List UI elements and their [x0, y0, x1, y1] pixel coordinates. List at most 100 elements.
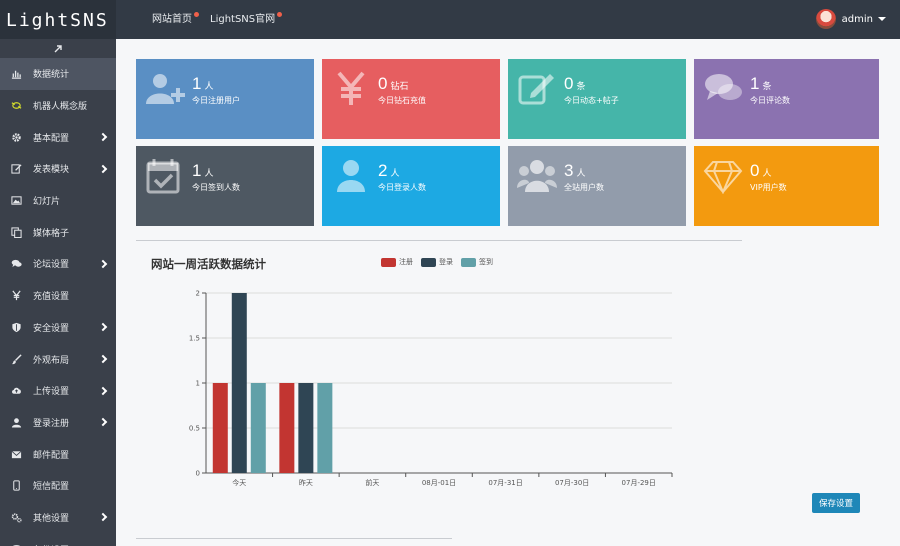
sidebar-item-5[interactable]: 媒体格子	[0, 216, 116, 248]
sidebar-item-2[interactable]: 基本配置	[0, 121, 116, 153]
sidebar-toggle[interactable]	[0, 39, 116, 58]
diamond-icon	[703, 158, 743, 195]
stat-card: 1 人今日注册用户	[136, 59, 314, 139]
x-tick-label: 08月-01日	[422, 479, 456, 487]
sidebar-item-3[interactable]: 发表模块	[0, 153, 116, 185]
sidebar-item-label: 上传设置	[33, 387, 70, 398]
bar	[317, 383, 333, 473]
shield-icon	[10, 321, 22, 333]
stat-value: 3人	[564, 162, 585, 182]
stat-unit: 人	[204, 168, 214, 178]
top-nav: 网站首页 LightSNS官网	[152, 0, 293, 39]
stat-label: 今日签到人数	[192, 183, 240, 192]
sidebar-item-12[interactable]: 邮件配置	[0, 438, 116, 470]
stat-label: 今日钻石充值	[378, 96, 426, 105]
user-name: admin	[841, 13, 873, 25]
top-bar: LightSNS 网站首页 LightSNS官网 admin	[0, 0, 900, 39]
y-tick-label: 0	[196, 470, 200, 478]
sidebar-item-label: 邮件配置	[33, 450, 70, 461]
sidebar-item-label: 外观布局	[33, 355, 70, 366]
sidebar-item-label: 其他设置	[33, 513, 70, 524]
stat-card: 0 人 VIP用户数	[694, 146, 879, 226]
sidebar-item-15[interactable]: 备份设置	[0, 533, 116, 546]
legend-item[interactable]: 签到	[461, 257, 493, 267]
sidebar-item-label: 幻灯片	[33, 197, 61, 208]
sidebar-item-label: 机器人概念版	[33, 102, 88, 113]
stat-number: 0	[564, 74, 574, 93]
sidebar-item-0[interactable]: 数据统计	[0, 58, 116, 90]
user-add-icon	[145, 71, 185, 107]
legend-label: 登录	[439, 258, 453, 266]
legend-item[interactable]: 登录	[421, 257, 453, 267]
stat-card: 2 人今日登录人数	[322, 146, 500, 226]
stat-value: 1人	[192, 75, 213, 95]
sidebar-item-7[interactable]: 充值设置	[0, 280, 116, 312]
nav-lightsns-official[interactable]: LightSNS官网	[210, 0, 283, 39]
yen-icon	[10, 290, 22, 302]
stat-value: 0人	[750, 162, 771, 182]
stat-number: 1	[192, 161, 202, 180]
legend-label: 签到	[479, 258, 493, 266]
user-icon	[331, 158, 371, 194]
stat-value: 0条	[564, 75, 585, 95]
legend-swatch	[421, 257, 436, 267]
stat-number: 0	[378, 74, 388, 93]
sidebar-item-1[interactable]: 机器人概念版	[0, 90, 116, 122]
comments-icon	[10, 258, 22, 270]
stat-number: 0	[750, 161, 760, 180]
app-logo[interactable]: LightSNS	[0, 0, 116, 39]
user-menu[interactable]: admin	[815, 9, 886, 29]
sidebar-item-9[interactable]: 外观布局	[0, 343, 116, 375]
brush-icon	[10, 353, 22, 365]
stat-unit: 人	[204, 81, 214, 91]
stat-number: 3	[564, 161, 574, 180]
sidebar-item-label: 短信配置	[33, 482, 70, 493]
chevron-right-icon	[98, 323, 108, 332]
sidebar-item-11[interactable]: 登录注册	[0, 407, 116, 439]
stat-label: VIP用户数	[750, 183, 787, 192]
edit-icon	[517, 71, 557, 107]
legend-item[interactable]: 注册	[381, 257, 413, 267]
section-divider	[136, 240, 742, 241]
save-settings-button[interactable]: 保存设置	[812, 493, 860, 513]
nav-lightsns-official-label: LightSNS官网	[210, 14, 276, 25]
y-tick-label: 1.5	[189, 335, 200, 343]
stat-unit: 人	[390, 168, 400, 178]
stat-card: 0 钻石 今日钻石充值	[322, 59, 500, 139]
edit-icon	[10, 163, 22, 175]
sidebar-item-10[interactable]: 上传设置	[0, 375, 116, 407]
sidebar-item-4[interactable]: 幻灯片	[0, 185, 116, 217]
x-tick-label: 昨天	[299, 478, 313, 487]
stat-card: 1 人今日签到人数	[136, 146, 314, 226]
stat-unit: 条	[576, 81, 586, 91]
stat-unit: 人	[576, 168, 586, 178]
cloud-upload-icon	[10, 385, 22, 397]
chevron-right-icon	[98, 132, 108, 142]
stat-label: 今日动态+帖子	[564, 96, 619, 105]
sidebar-item-14[interactable]: 其他设置	[0, 502, 116, 534]
sidebar-item-6[interactable]: 论坛设置	[0, 248, 116, 280]
sidebar-item-13[interactable]: 短信配置	[0, 470, 116, 502]
sidebar-item-label: 媒体格子	[33, 228, 70, 239]
sidebar-item-8[interactable]: 安全设置	[0, 312, 116, 344]
stat-value: 1条	[750, 75, 771, 95]
mobile-icon	[10, 480, 22, 492]
stat-label: 全站用户数	[564, 183, 604, 192]
chart-legend: 注册 登录 签到	[381, 257, 501, 267]
stat-label: 今日评论数	[750, 96, 790, 105]
sidebar-item-label: 数据统计	[33, 70, 70, 81]
chevron-right-icon	[98, 354, 108, 364]
chevron-right-icon	[98, 164, 108, 174]
stat-value: 1人	[192, 162, 213, 182]
stat-value: 2人	[378, 162, 399, 182]
stat-label: 今日注册用户	[192, 96, 240, 105]
avatar	[815, 9, 836, 29]
bar	[212, 383, 228, 473]
stat-number: 2	[378, 161, 388, 180]
legend-swatch	[461, 257, 476, 267]
comments-icon	[703, 71, 743, 107]
sidebar-item-label: 登录注册	[33, 418, 70, 429]
nav-site-home[interactable]: 网站首页	[152, 0, 199, 39]
users-icon	[517, 158, 557, 194]
bar	[250, 383, 266, 473]
